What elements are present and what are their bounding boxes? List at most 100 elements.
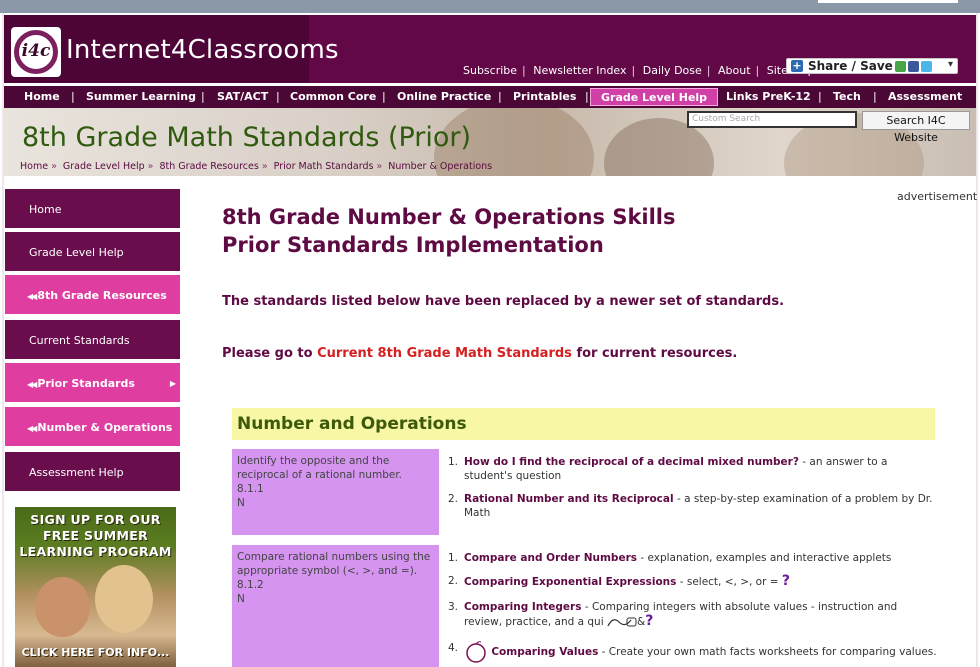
standard-code: 8.1.2 bbox=[237, 579, 264, 591]
top-strip-box bbox=[818, 0, 958, 3]
nav-grade-level-help[interactable]: Grade Level Help bbox=[590, 88, 719, 106]
resource-link[interactable]: Comparing Values bbox=[491, 646, 598, 658]
double-arrow-icon: ◀◀ bbox=[27, 424, 37, 433]
ad-child-photo bbox=[95, 565, 153, 633]
quiz-icon bbox=[607, 617, 637, 627]
double-arrow-icon: ◀◀ bbox=[27, 292, 37, 301]
sidebar-item-label: Home bbox=[29, 203, 62, 216]
top-links: Subscribe | Newsletter Index | Daily Dose |… bbox=[463, 64, 820, 77]
resource-link[interactable]: Comparing Exponential Expressions bbox=[464, 576, 676, 588]
plus-icon: + bbox=[791, 59, 803, 72]
logo-icon: i4c bbox=[11, 27, 61, 77]
list-number: 2. bbox=[448, 493, 459, 505]
resource-link[interactable]: Comparing Integers bbox=[464, 601, 581, 613]
ad-line-3: LEARNING PROGRAM bbox=[19, 544, 172, 559]
nav-assessment[interactable]: Assessment bbox=[888, 88, 962, 106]
share-label: Share / Save bbox=[808, 59, 893, 73]
sidebar-item-number-operations[interactable]: ◀◀ Number & Operations bbox=[5, 407, 180, 448]
sidebar-item-current-standards[interactable]: Current Standards bbox=[5, 320, 180, 361]
toplink-daily-dose[interactable]: Daily Dose bbox=[643, 64, 702, 77]
nav-printables[interactable]: Printables bbox=[513, 88, 576, 106]
nav-links-prek-12[interactable]: Links PreK-12 bbox=[726, 88, 811, 106]
main-nav: Home | Summer Learning | SAT/ACT | Commo… bbox=[4, 84, 976, 108]
list-number: 1. bbox=[448, 552, 459, 564]
heading-line-2: Prior Standards Implementation bbox=[222, 233, 604, 257]
standard-text: Identify the opposite and the reciprocal… bbox=[237, 455, 403, 481]
ad-child-photo bbox=[35, 577, 90, 637]
breadcrumb-current: Number & Operations bbox=[388, 161, 493, 172]
email-share-icon bbox=[895, 61, 906, 72]
ad-cta: CLICK HERE FOR INFO... bbox=[21, 646, 170, 659]
title-banner: 8th Grade Math Standards (Prior) Home» G… bbox=[4, 108, 976, 176]
search-button[interactable]: Search I4C Website bbox=[862, 111, 970, 144]
resource-link[interactable]: How do I find the reciprocal of a decima… bbox=[464, 456, 799, 468]
nav-common-core[interactable]: Common Core bbox=[290, 88, 376, 106]
sidebar-item-assessment-help[interactable]: Assessment Help bbox=[5, 452, 180, 493]
nav-summer-learning[interactable]: Summer Learning bbox=[86, 88, 196, 106]
nav-home[interactable]: Home bbox=[24, 88, 60, 106]
list-number: 1. bbox=[448, 456, 459, 468]
standard-type: N bbox=[237, 497, 245, 509]
sidebar-item-prior-standards[interactable]: ◀◀ Prior Standards ▶ bbox=[5, 363, 180, 404]
search-input[interactable]: Custom Search bbox=[687, 111, 857, 128]
current-standards-link[interactable]: Current 8th Grade Math Standards bbox=[317, 346, 572, 361]
sidebar-item-grade-level-help[interactable]: Grade Level Help bbox=[5, 232, 180, 273]
resource-desc: - explanation, examples and interactive … bbox=[637, 552, 892, 564]
sidebar-item-label: Current Standards bbox=[29, 334, 130, 347]
advertisement-label: advertisement bbox=[897, 190, 978, 203]
list-number: 3. bbox=[448, 601, 459, 613]
question-icon: ? bbox=[781, 573, 791, 589]
standard-box: Identify the opposite and the reciprocal… bbox=[232, 449, 439, 535]
apple-icon bbox=[466, 641, 486, 663]
chevron-down-icon: ▾ bbox=[947, 59, 953, 70]
standard-box: Compare rational numbers using the appro… bbox=[232, 545, 439, 667]
breadcrumb-prior-math-standards[interactable]: Prior Math Standards bbox=[274, 161, 374, 172]
standard-text: Compare rational numbers using the appro… bbox=[237, 551, 431, 577]
double-arrow-icon: ◀◀ bbox=[27, 380, 37, 389]
sidebar-item-home[interactable]: Home bbox=[5, 189, 180, 230]
sidebar-item-label: Number & Operations bbox=[37, 421, 173, 434]
goto-notice: Please go to Current 8th Grade Math Stan… bbox=[222, 346, 737, 361]
resource-desc: - select, <, >, or = bbox=[676, 576, 779, 588]
sidebar-item-label: 8th Grade Resources bbox=[37, 289, 167, 302]
ad-line-1: SIGN UP FOR OUR bbox=[30, 512, 161, 527]
resource-link[interactable]: Compare and Order Numbers bbox=[464, 552, 637, 564]
goto-prefix: Please go to bbox=[222, 346, 313, 361]
browser-top-strip bbox=[0, 0, 980, 13]
summer-learning-ad[interactable]: SIGN UP FOR OUR FREE SUMMER LEARNING PRO… bbox=[15, 507, 176, 667]
ad-line-2: FREE SUMMER bbox=[42, 528, 149, 543]
main-heading: 8th Grade Number & Operations Skills Pri… bbox=[222, 203, 676, 259]
share-save-button[interactable]: + Share / Save ▾ bbox=[786, 58, 958, 74]
resource-link[interactable]: Rational Number and its Reciprocal bbox=[464, 493, 674, 505]
breadcrumb-home[interactable]: Home bbox=[20, 161, 48, 172]
breadcrumb-grade-level-help[interactable]: Grade Level Help bbox=[63, 161, 145, 172]
resource-amp: & bbox=[636, 616, 646, 628]
breadcrumb-8th-grade-resources[interactable]: 8th Grade Resources bbox=[160, 161, 259, 172]
nav-sat-act[interactable]: SAT/ACT bbox=[217, 88, 268, 106]
nav-tech[interactable]: Tech bbox=[833, 88, 861, 106]
section-heading: Number and Operations bbox=[232, 408, 935, 440]
list-number: 4. bbox=[448, 642, 459, 654]
breadcrumb: Home» Grade Level Help» 8th Grade Resour… bbox=[20, 161, 493, 172]
standard-code: 8.1.1 bbox=[237, 483, 264, 495]
chevron-right-icon: ▶ bbox=[169, 379, 176, 388]
site-name: Internet4Classrooms bbox=[66, 35, 339, 65]
list-number: 2. bbox=[448, 575, 459, 587]
logo-panel[interactable]: i4c Internet4Classrooms bbox=[4, 15, 339, 83]
sidebar-item-8th-grade-resources[interactable]: ◀◀ 8th Grade Resources bbox=[5, 275, 180, 316]
goto-suffix: for current resources. bbox=[576, 346, 738, 361]
question-icon: ? bbox=[645, 613, 654, 629]
site-header: i4c Internet4Classrooms Subscribe | Newsl… bbox=[4, 15, 976, 83]
toplink-subscribe[interactable]: Subscribe bbox=[463, 64, 517, 77]
resource-desc: - Create your own math facts worksheets … bbox=[598, 646, 937, 658]
toplink-about[interactable]: About bbox=[718, 64, 751, 77]
logo-text: i4c bbox=[21, 41, 51, 61]
heading-line-1: 8th Grade Number & Operations Skills bbox=[222, 205, 676, 229]
sidebar-item-label: Assessment Help bbox=[29, 466, 124, 479]
nav-online-practice[interactable]: Online Practice bbox=[397, 88, 491, 106]
toplink-newsletter-index[interactable]: Newsletter Index bbox=[533, 64, 626, 77]
sidebar-item-label: Grade Level Help bbox=[29, 246, 124, 259]
sidebar-item-label: Prior Standards bbox=[37, 377, 135, 390]
replaced-notice: The standards listed below have been rep… bbox=[222, 294, 785, 309]
facebook-icon bbox=[908, 61, 919, 72]
